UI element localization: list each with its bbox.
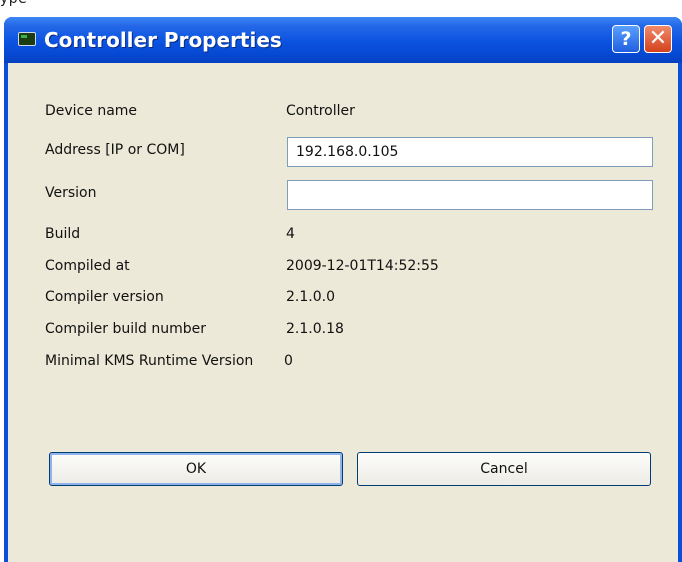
device-name-value: Controller [286, 103, 355, 119]
minimal-kms-runtime-label: Minimal KMS Runtime Version [45, 353, 254, 369]
device-name-label: Device name [45, 103, 138, 119]
compiler-version-value: 2.1.0.0 [286, 289, 335, 305]
build-label: Build [45, 226, 81, 242]
dialog-body: Device name Controller Address [IP or CO… [8, 63, 678, 562]
address-label: Address [IP or COM] [45, 142, 185, 158]
ok-button[interactable]: OK [49, 452, 343, 486]
compiled-at-label: Compiled at [45, 258, 130, 274]
compiler-build-number-value: 2.1.0.18 [286, 321, 344, 337]
compiler-version-label: Compiler version [45, 289, 164, 305]
cancel-button[interactable]: Cancel [357, 452, 651, 486]
background-partial-text: ype [0, 0, 27, 7]
title-bar[interactable]: Controller Properties ? ✕ [4, 17, 682, 63]
minimal-kms-runtime-value: 0 [284, 353, 293, 369]
version-label: Version [45, 185, 97, 201]
close-button[interactable]: ✕ [644, 25, 672, 53]
address-input[interactable]: 192.168.0.105 [287, 137, 653, 167]
controller-properties-dialog: Controller Properties ? ✕ Device name Co… [4, 17, 682, 562]
dialog-title: Controller Properties [44, 28, 282, 52]
controller-app-icon [18, 32, 36, 46]
help-button[interactable]: ? [612, 25, 640, 53]
build-value: 4 [286, 226, 295, 242]
version-input[interactable] [287, 180, 653, 210]
compiler-build-number-label: Compiler build number [45, 321, 206, 337]
compiled-at-value: 2009-12-01T14:52:55 [286, 258, 439, 274]
